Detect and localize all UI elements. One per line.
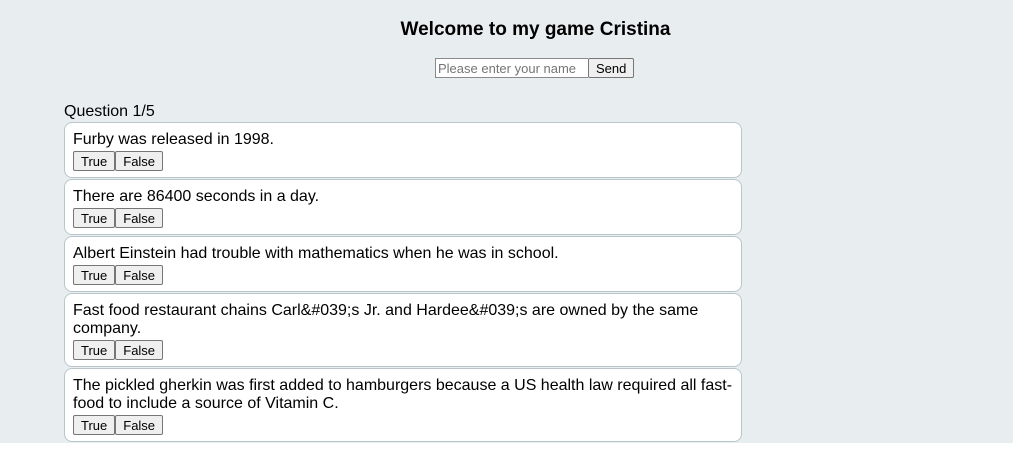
true-button[interactable]: True: [73, 151, 116, 171]
true-button[interactable]: True: [73, 340, 116, 360]
question-text: Albert Einstein had trouble with mathema…: [73, 245, 559, 262]
question-card: Albert Einstein had trouble with mathema…: [64, 236, 742, 292]
name-input[interactable]: [435, 58, 588, 78]
question-card: Fast food restaurant chains Carl&#039;s …: [64, 293, 742, 367]
answer-buttons: True False: [73, 265, 733, 285]
question-card: Furby was released in 1998. True False: [64, 122, 742, 178]
false-button[interactable]: False: [115, 340, 164, 360]
question-text: There are 86400 seconds in a day.: [73, 188, 320, 205]
true-button[interactable]: True: [73, 415, 116, 435]
question-text: Furby was released in 1998.: [73, 131, 274, 148]
answer-buttons: True False: [73, 151, 733, 171]
send-button[interactable]: Send: [588, 58, 635, 78]
answer-buttons: True False: [73, 340, 733, 360]
true-button[interactable]: True: [73, 265, 116, 285]
question-text: The pickled gherkin was first added to h…: [73, 377, 733, 412]
name-form: Send: [435, 58, 635, 78]
page-background: Welcome to my game Cristina Send Questio…: [0, 0, 1013, 443]
question-list: Furby was released in 1998. True False T…: [64, 122, 742, 443]
answer-buttons: True False: [73, 208, 733, 228]
false-button[interactable]: False: [115, 151, 164, 171]
false-button[interactable]: False: [115, 265, 164, 285]
true-button[interactable]: True: [73, 208, 116, 228]
false-button[interactable]: False: [115, 208, 164, 228]
question-counter: Question 1/5: [64, 103, 155, 120]
false-button[interactable]: False: [115, 415, 164, 435]
answer-buttons: True False: [73, 415, 733, 435]
question-card: There are 86400 seconds in a day. True F…: [64, 179, 742, 235]
question-card: The pickled gherkin was first added to h…: [64, 368, 742, 442]
page-title: Welcome to my game Cristina: [400, 19, 671, 40]
question-text: Fast food restaurant chains Carl&#039;s …: [73, 302, 699, 337]
